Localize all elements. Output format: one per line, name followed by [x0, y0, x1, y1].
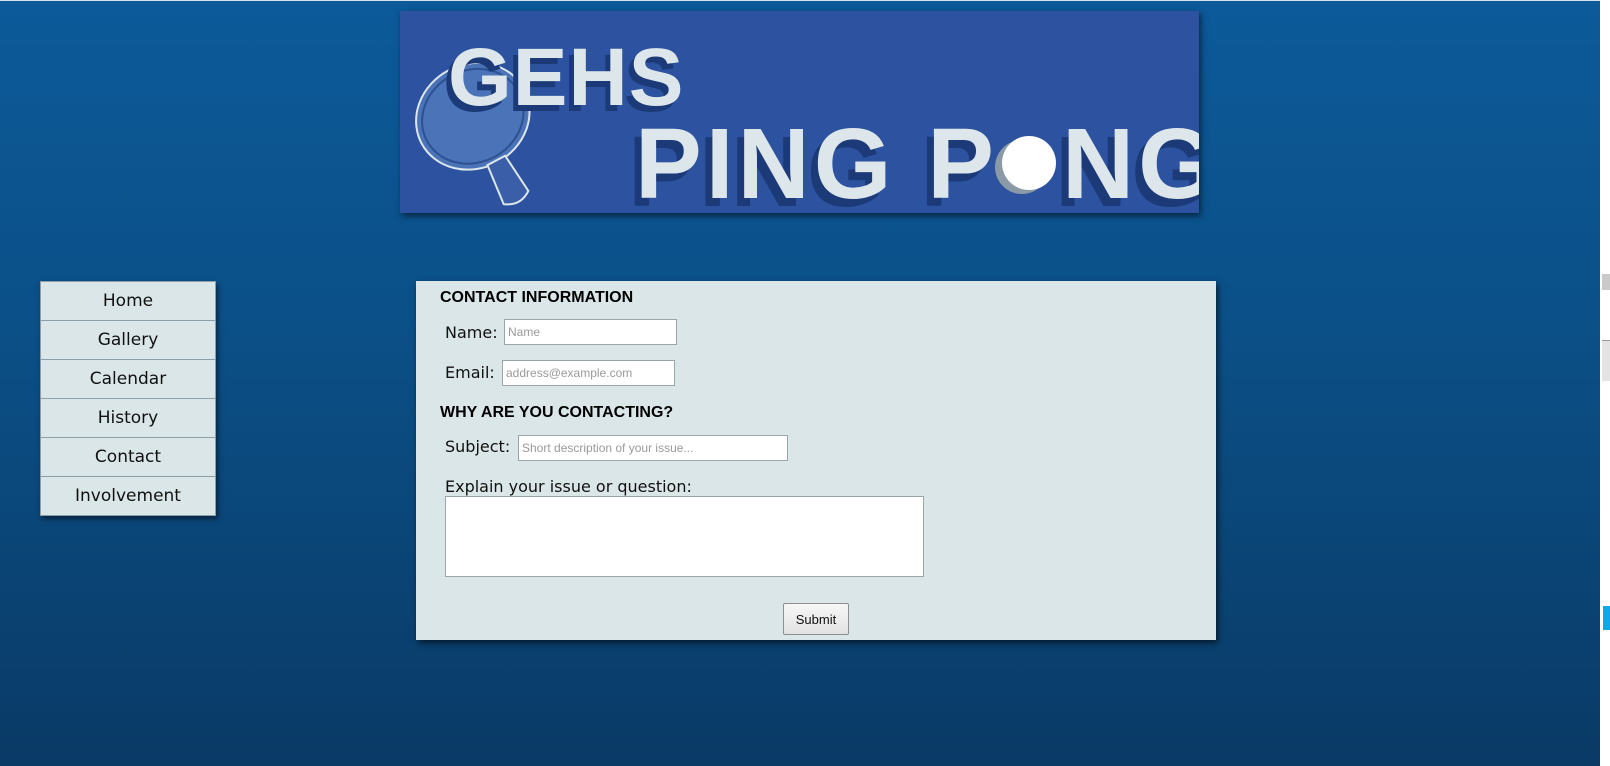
browser-edge-tab — [1602, 274, 1610, 290]
nav-item-involvement[interactable]: Involvement — [40, 477, 216, 516]
explain-textarea[interactable] — [445, 496, 924, 577]
contact-form: CONTACT INFORMATION Name: Email: WHY ARE… — [416, 281, 1216, 640]
nav-item-history[interactable]: History — [40, 399, 216, 438]
nav-item-contact[interactable]: Contact — [40, 438, 216, 477]
contact-info-heading: CONTACT INFORMATION — [440, 289, 634, 306]
nav-item-home[interactable]: Home — [40, 281, 216, 321]
top-border — [0, 0, 1600, 1]
explain-label: Explain your issue or question: — [445, 477, 692, 496]
sidebar-nav: Home Gallery Calendar History Contact In… — [40, 281, 216, 516]
browser-edge-control — [1602, 340, 1610, 381]
nav-item-gallery[interactable]: Gallery — [40, 321, 216, 360]
name-input[interactable] — [504, 319, 677, 345]
logo-ping-part1: PING P — [635, 108, 998, 213]
subject-label: Subject: — [445, 437, 511, 456]
logo-ping-part2: NG — [1061, 108, 1199, 213]
site-banner: GEHS PING P NG — [400, 11, 1199, 213]
logo-ping-pong-text: PING P NG — [635, 107, 1199, 213]
browser-edge-accent — [1603, 606, 1610, 630]
submit-button[interactable]: Submit — [783, 603, 849, 635]
ball-icon — [1001, 136, 1056, 190]
name-label: Name: — [445, 323, 498, 342]
browser-edge — [1600, 0, 1610, 766]
subject-input[interactable] — [518, 435, 788, 461]
email-input[interactable] — [502, 360, 675, 386]
email-label: Email: — [445, 363, 495, 382]
reason-heading: WHY ARE YOU CONTACTING? — [440, 404, 674, 421]
nav-item-calendar[interactable]: Calendar — [40, 360, 216, 399]
